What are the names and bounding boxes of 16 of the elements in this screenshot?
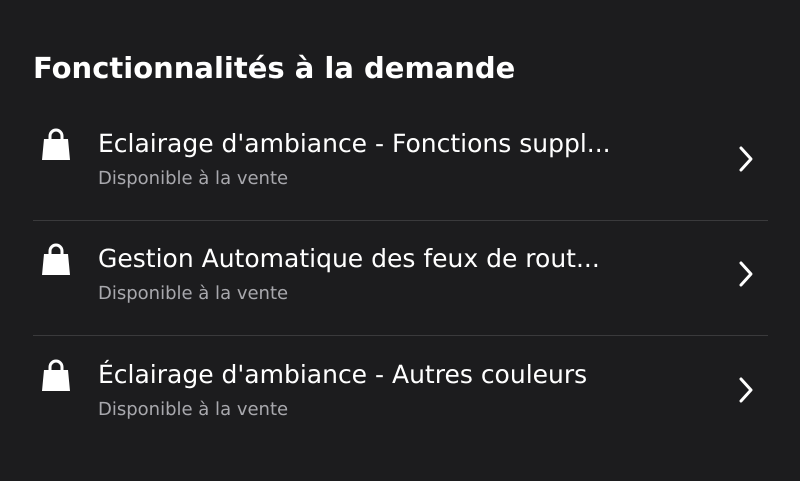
shopping-bag-icon xyxy=(41,243,71,275)
feature-row[interactable]: Gestion Automatique des feux de rout... Disponible à la vente xyxy=(33,221,768,336)
feature-title: Gestion Automatique des feux de rout... xyxy=(98,243,601,275)
shopping-bag-icon xyxy=(41,358,71,390)
feature-title: Eclairage d'ambiance - Fonctions suppl... xyxy=(98,128,612,160)
section-title: Fonctionnalités à la demande xyxy=(33,50,516,87)
feature-title: Éclairage d'ambiance - Autres couleurs xyxy=(98,358,588,390)
feature-status: Disponible à la vente xyxy=(98,398,290,422)
feature-status: Disponible à la vente xyxy=(98,167,290,191)
feature-row[interactable]: Eclairage d'ambiance - Fonctions suppl... Disponible à la vente xyxy=(33,106,768,221)
feature-status: Disponible à la vente xyxy=(98,282,290,306)
shopping-bag-icon xyxy=(41,128,71,160)
chevron-right-icon xyxy=(738,260,754,288)
feature-row[interactable]: Éclairage d'ambiance - Autres couleurs Disponible à la vente xyxy=(33,336,768,451)
chevron-right-icon xyxy=(738,376,754,404)
chevron-right-icon xyxy=(738,145,754,173)
